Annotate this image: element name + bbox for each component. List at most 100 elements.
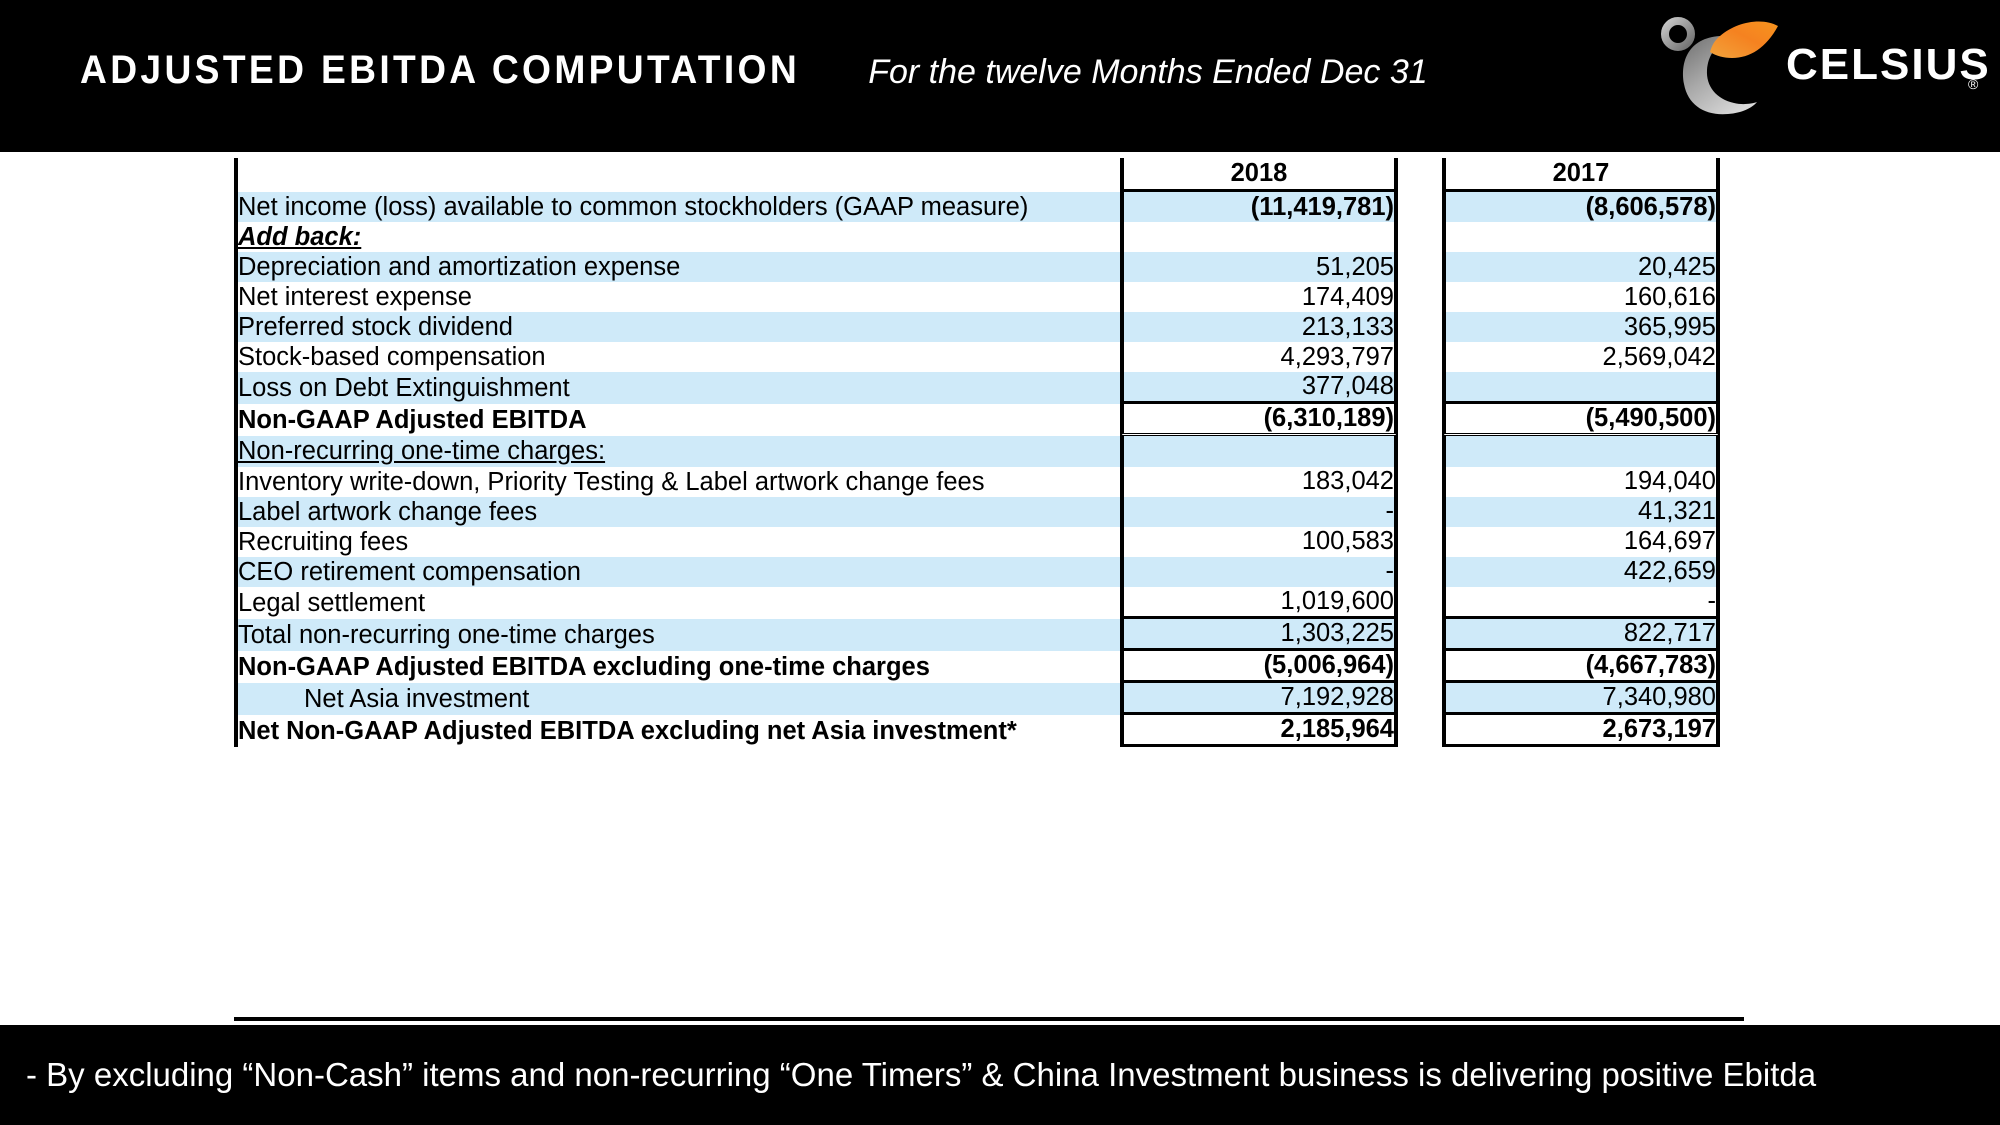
row-label-net-income: Net income (loss) available to common st… bbox=[234, 192, 1120, 223]
row-value-2018-label-artwork: - bbox=[1120, 496, 1398, 527]
title-group: ADJUSTED EBITDA COMPUTATION For the twel… bbox=[80, 48, 1428, 93]
row-value-2017-label-artwork: 41,321 bbox=[1442, 496, 1720, 527]
row-value-2017-non-recurring-heading bbox=[1442, 436, 1720, 467]
table-row: Loss on Debt Extinguishment 377,048 bbox=[234, 372, 1720, 405]
row-label-net-interest: Net interest expense bbox=[234, 282, 1120, 313]
row-label-legal-settlement: Legal settlement bbox=[234, 586, 1120, 619]
table-row-grand-total: Net Non-GAAP Adjusted EBITDA excluding n… bbox=[234, 714, 1720, 747]
column-header-2017: 2017 bbox=[1442, 158, 1720, 192]
table-row: Inventory write-down, Priority Testing &… bbox=[234, 466, 1720, 497]
table-row: Preferred stock dividend 213,133 365,995 bbox=[234, 312, 1720, 343]
table-row: Stock-based compensation 4,293,797 2,569… bbox=[234, 342, 1720, 373]
row-value-2017-preferred-dividend: 365,995 bbox=[1442, 312, 1720, 343]
non-recurring-heading: Non-recurring one-time charges: bbox=[238, 437, 606, 466]
column-gap bbox=[1398, 466, 1442, 497]
column-gap bbox=[1398, 714, 1442, 747]
row-label-inventory-writedown: Inventory write-down, Priority Testing &… bbox=[234, 466, 1120, 497]
logo-wordmark: CELSIUS bbox=[1786, 40, 1991, 89]
row-value-2018-ebitda-excl-onetime: (5,006,964) bbox=[1120, 650, 1398, 683]
row-value-2018-loss-debt-exting: 377,048 bbox=[1120, 372, 1398, 405]
row-label-add-back: Add back: bbox=[234, 222, 1120, 253]
row-value-2017-inventory-writedown: 194,040 bbox=[1442, 466, 1720, 497]
row-label-label-artwork: Label artwork change fees bbox=[234, 496, 1120, 527]
table-row: Net Asia investment 7,192,928 7,340,980 bbox=[234, 682, 1720, 715]
add-back-heading: Add back: bbox=[238, 223, 362, 252]
row-label-net-ebitda-excl-asia: Net Non-GAAP Adjusted EBITDA excluding n… bbox=[234, 714, 1120, 747]
row-label-net-asia-investment: Net Asia investment bbox=[234, 682, 1120, 715]
table-row: Non-recurring one-time charges: bbox=[234, 436, 1720, 467]
slide-footer-bar: - By excluding “Non-Cash” items and non-… bbox=[0, 1025, 2000, 1125]
table-row: Label artwork change fees - 41,321 bbox=[234, 496, 1720, 527]
column-gap bbox=[1398, 556, 1442, 587]
column-gap bbox=[1398, 586, 1442, 619]
table-row: Net interest expense 174,409 160,616 bbox=[234, 282, 1720, 313]
row-label-ebitda-excl-onetime: Non-GAAP Adjusted EBITDA excluding one-t… bbox=[234, 650, 1120, 683]
page-subtitle: For the twelve Months Ended Dec 31 bbox=[868, 53, 1428, 91]
table-row: Legal settlement 1,019,600 - bbox=[234, 586, 1720, 619]
row-value-2018-depreciation: 51,205 bbox=[1120, 252, 1398, 283]
row-label-ceo-retirement: CEO retirement compensation bbox=[234, 556, 1120, 587]
column-gap bbox=[1398, 342, 1442, 373]
table-row: Add back: bbox=[234, 222, 1720, 253]
financial-table-area: 2018 2017 Net income (loss) available to… bbox=[0, 152, 2000, 1025]
column-gap bbox=[1398, 618, 1442, 651]
column-gap bbox=[1398, 496, 1442, 527]
row-value-2017-net-asia-investment: 7,340,980 bbox=[1442, 682, 1720, 715]
row-value-2018-inventory-writedown: 183,042 bbox=[1120, 466, 1398, 497]
column-gap bbox=[1398, 282, 1442, 313]
slide-header-bar: ADJUSTED EBITDA COMPUTATION For the twel… bbox=[0, 0, 2000, 152]
row-value-2017-depreciation: 20,425 bbox=[1442, 252, 1720, 283]
row-value-2018-recruiting-fees: 100,583 bbox=[1120, 526, 1398, 557]
column-gap bbox=[1398, 222, 1442, 253]
row-label-preferred-dividend: Preferred stock dividend bbox=[234, 312, 1120, 343]
row-label-total-non-recurring: Total non-recurring one-time charges bbox=[234, 618, 1120, 651]
column-gap bbox=[1398, 372, 1442, 405]
column-gap bbox=[1398, 312, 1442, 343]
row-value-2017-total-non-recurring: 822,717 bbox=[1442, 618, 1720, 651]
table-row-subtotal: Non-GAAP Adjusted EBITDA (6,310,189) (5,… bbox=[234, 404, 1720, 437]
column-gap bbox=[1398, 682, 1442, 715]
column-gap bbox=[1398, 436, 1442, 467]
column-header-2018: 2018 bbox=[1120, 158, 1398, 192]
row-value-2018-net-interest: 174,409 bbox=[1120, 282, 1398, 313]
row-value-2017-add-back bbox=[1442, 222, 1720, 253]
table-row: Net income (loss) available to common st… bbox=[234, 192, 1720, 223]
column-gap bbox=[1398, 192, 1442, 223]
row-value-2018-legal-settlement: 1,019,600 bbox=[1120, 586, 1398, 619]
table-row: Recruiting fees 100,583 164,697 bbox=[234, 526, 1720, 557]
celsius-flame-c-icon bbox=[1658, 14, 1788, 118]
table-row: CEO retirement compensation - 422,659 bbox=[234, 556, 1720, 587]
adjusted-ebitda-table: 2018 2017 Net income (loss) available to… bbox=[234, 158, 1720, 747]
column-gap bbox=[1398, 526, 1442, 557]
row-value-2018-net-ebitda-excl-asia: 2,185,964 bbox=[1120, 714, 1398, 747]
column-gap bbox=[1398, 650, 1442, 683]
row-value-2017-loss-debt-exting bbox=[1442, 372, 1720, 405]
row-label-depreciation: Depreciation and amortization expense bbox=[234, 252, 1120, 283]
registered-trademark-icon: ® bbox=[1968, 76, 1979, 92]
row-value-2017-ceo-retirement: 422,659 bbox=[1442, 556, 1720, 587]
row-value-2017-net-income: (8,606,578) bbox=[1442, 192, 1720, 223]
row-value-2018-preferred-dividend: 213,133 bbox=[1120, 312, 1398, 343]
celsius-logo: CELSIUS ® bbox=[1648, 12, 1989, 118]
header-label-blank bbox=[234, 158, 1120, 192]
table-row-total: Total non-recurring one-time charges 1,3… bbox=[234, 618, 1720, 651]
row-value-2018-net-income: (11,419,781) bbox=[1120, 192, 1398, 223]
row-value-2018-non-gaap-ebitda: (6,310,189) bbox=[1120, 404, 1398, 437]
row-label-non-gaap-ebitda: Non-GAAP Adjusted EBITDA bbox=[234, 404, 1120, 437]
table-row-subtotal: Non-GAAP Adjusted EBITDA excluding one-t… bbox=[234, 650, 1720, 683]
row-value-2017-net-ebitda-excl-asia: 2,673,197 bbox=[1442, 714, 1720, 747]
row-label-stock-comp: Stock-based compensation bbox=[234, 342, 1120, 373]
table-header-row: 2018 2017 bbox=[234, 158, 1720, 192]
table-bottom-border bbox=[234, 1017, 1744, 1021]
row-value-2017-non-gaap-ebitda: (5,490,500) bbox=[1442, 404, 1720, 437]
table-row: Depreciation and amortization expense 51… bbox=[234, 252, 1720, 283]
row-value-2017-legal-settlement: - bbox=[1442, 586, 1720, 619]
column-gap bbox=[1398, 252, 1442, 283]
row-label-recruiting-fees: Recruiting fees bbox=[234, 526, 1120, 557]
row-value-2018-ceo-retirement: - bbox=[1120, 556, 1398, 587]
footer-note: - By excluding “Non-Cash” items and non-… bbox=[26, 1056, 1817, 1093]
row-value-2017-stock-comp: 2,569,042 bbox=[1442, 342, 1720, 373]
row-value-2018-net-asia-investment: 7,192,928 bbox=[1120, 682, 1398, 715]
row-label-non-recurring-heading: Non-recurring one-time charges: bbox=[234, 436, 1120, 467]
row-value-2018-total-non-recurring: 1,303,225 bbox=[1120, 618, 1398, 651]
